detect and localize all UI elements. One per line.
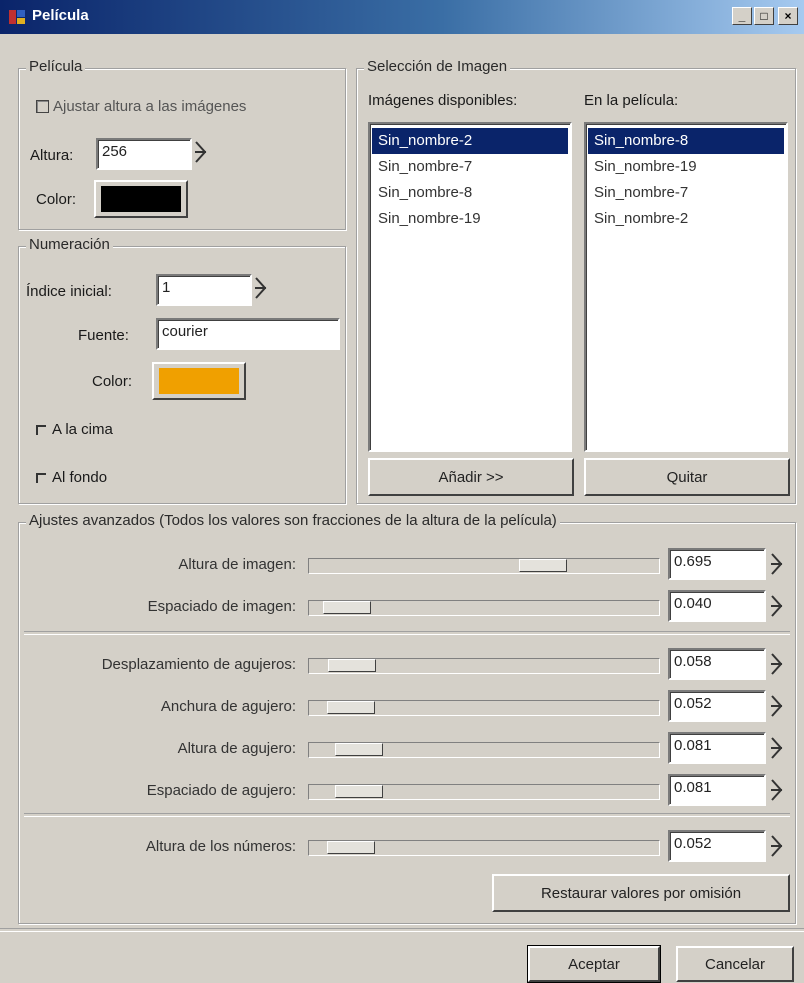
reset-defaults-button[interactable]: Restaurar valores por omisión (492, 874, 790, 912)
separator (24, 813, 790, 817)
slider-value-input[interactable]: 0.052 (668, 690, 766, 722)
slider-thumb[interactable] (327, 841, 375, 854)
list-item[interactable]: Sin_nombre-8 (372, 180, 568, 206)
spin-arrow-icon[interactable] (768, 550, 790, 580)
number-color-button[interactable] (152, 362, 246, 400)
app-icon (9, 10, 25, 24)
film-color-button[interactable] (94, 180, 188, 218)
footer-separator (0, 928, 804, 932)
list-item[interactable]: Sin_nombre-8 (588, 128, 784, 154)
list-item[interactable]: Sin_nombre-7 (372, 154, 568, 180)
slider-thumb[interactable] (335, 743, 383, 756)
font-label: Fuente: (78, 327, 129, 344)
slider-track[interactable] (308, 840, 660, 856)
ok-button[interactable]: Aceptar (527, 945, 661, 983)
in-film-listbox[interactable]: Sin_nombre-8 Sin_nombre-19 Sin_nombre-7 … (584, 122, 788, 452)
slider-label: Anchura de agujero: (160, 698, 296, 715)
list-item[interactable]: Sin_nombre-19 (372, 206, 568, 232)
slider-label: Espaciado de imagen: (147, 598, 296, 615)
start-index-label: Índice inicial: (26, 283, 112, 300)
slider-value-input[interactable]: 0.081 (668, 732, 766, 764)
maximize-button[interactable]: □ (754, 7, 774, 25)
film-color-label: Color: (36, 191, 77, 208)
title-bar: Película _ □ × (0, 0, 804, 34)
height-spin-arrow-icon[interactable] (192, 138, 214, 168)
pelicula-legend: Película (26, 58, 86, 75)
slider-track[interactable] (308, 658, 660, 674)
start-index-input[interactable]: 1 (156, 274, 252, 306)
spin-arrow-icon[interactable] (768, 832, 790, 862)
slider-track[interactable] (308, 600, 660, 616)
slider-label: Altura de los números: (145, 838, 296, 855)
number-color-swatch (159, 368, 239, 394)
slider-thumb[interactable] (323, 601, 371, 614)
checkbox-box[interactable] (36, 424, 46, 435)
slider-value-input[interactable]: 0.058 (668, 648, 766, 680)
available-label: Imágenes disponibles: (368, 92, 518, 109)
spin-arrow-icon[interactable] (768, 592, 790, 622)
slider-label: Altura de agujero: (177, 740, 296, 757)
film-color-swatch (101, 186, 181, 212)
checkbox-box[interactable] (36, 100, 49, 113)
bottom-checkbox[interactable]: Al fondo (36, 469, 107, 486)
in-film-label: En la película: (584, 92, 679, 109)
font-input[interactable]: courier (156, 318, 340, 350)
avanzados-group (18, 522, 796, 924)
height-label: Altura: (30, 147, 74, 164)
slider-thumb[interactable] (335, 785, 383, 798)
list-item[interactable]: Sin_nombre-19 (588, 154, 784, 180)
add-button[interactable]: Añadir >> (368, 458, 574, 496)
bottom-label: Al fondo (52, 469, 108, 486)
checkbox-box[interactable] (36, 472, 46, 483)
list-item[interactable]: Sin_nombre-2 (372, 128, 568, 154)
height-input[interactable]: 256 (96, 138, 192, 170)
slider-value-input[interactable]: 0.081 (668, 774, 766, 806)
spin-arrow-icon[interactable] (768, 776, 790, 806)
list-item[interactable]: Sin_nombre-2 (588, 206, 784, 232)
slider-thumb[interactable] (327, 701, 375, 714)
start-index-spin-arrow-icon[interactable] (252, 274, 274, 304)
fit-height-checkbox[interactable]: Ajustar altura a las imágenes (36, 98, 246, 115)
window-title: Película (32, 7, 89, 24)
fit-height-label: Ajustar altura a las imágenes (53, 98, 247, 115)
avanzados-legend: Ajustes avanzados (Todos los valores son… (26, 512, 560, 529)
minimize-button[interactable]: _ (732, 7, 752, 25)
cancel-button[interactable]: Cancelar (676, 946, 794, 982)
available-listbox[interactable]: Sin_nombre-2 Sin_nombre-7 Sin_nombre-8 S… (368, 122, 572, 452)
slider-track[interactable] (308, 742, 660, 758)
spin-arrow-icon[interactable] (768, 650, 790, 680)
slider-value-input[interactable]: 0.695 (668, 548, 766, 580)
separator (24, 631, 790, 635)
slider-track[interactable] (308, 700, 660, 716)
top-checkbox[interactable]: A la cima (36, 421, 113, 438)
slider-track[interactable] (308, 558, 660, 574)
remove-button[interactable]: Quitar (584, 458, 790, 496)
slider-value-input[interactable]: 0.052 (668, 830, 766, 862)
slider-label: Espaciado de agujero: (146, 782, 296, 799)
slider-label: Altura de imagen: (178, 556, 296, 573)
slider-track[interactable] (308, 784, 660, 800)
spin-arrow-icon[interactable] (768, 692, 790, 722)
list-item[interactable]: Sin_nombre-7 (588, 180, 784, 206)
close-button[interactable]: × (778, 7, 798, 25)
slider-thumb[interactable] (328, 659, 376, 672)
slider-thumb[interactable] (519, 559, 567, 572)
spin-arrow-icon[interactable] (768, 734, 790, 764)
number-color-label: Color: (92, 373, 133, 390)
numeracion-legend: Numeración (26, 236, 113, 253)
top-label: A la cima (52, 421, 113, 438)
seleccion-legend: Selección de Imagen (364, 58, 511, 75)
slider-label: Desplazamiento de agujeros: (101, 656, 296, 673)
slider-value-input[interactable]: 0.040 (668, 590, 766, 622)
